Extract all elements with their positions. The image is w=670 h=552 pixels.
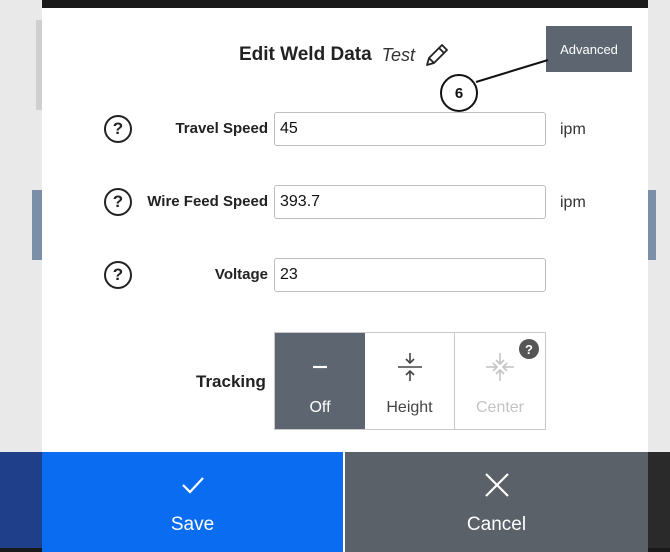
question-circle-icon[interactable]: ?: [104, 188, 132, 216]
tracking-option-height[interactable]: Height: [365, 333, 455, 429]
wire-feed-speed-unit: ipm: [560, 194, 586, 211]
voltage-label: Voltage: [214, 266, 268, 283]
tracking-option-center[interactable]: ? Center: [455, 333, 545, 429]
weld-name: Test: [381, 44, 416, 65]
travel-speed-row: ? Travel Speed ipm: [42, 112, 648, 148]
backdrop-right-strip: [648, 0, 670, 552]
center-tracking-icon: [486, 353, 514, 381]
minus-icon: [313, 365, 327, 369]
wire-feed-speed-row: ? Wire Feed Speed ipm: [42, 185, 648, 221]
tracking-option-off[interactable]: Off: [275, 333, 365, 429]
save-label: Save: [170, 514, 215, 535]
travel-speed-unit: ipm: [560, 121, 586, 138]
dialog-title: Edit Weld Data: [238, 44, 372, 65]
close-icon: [484, 473, 509, 497]
tracking-option-label: Center: [475, 399, 525, 416]
cancel-label: Cancel: [466, 514, 527, 535]
dialog-actions: Save Cancel: [42, 452, 648, 552]
travel-speed-label: Travel Speed: [175, 120, 268, 137]
wire-feed-speed-label: Wire Feed Speed: [147, 193, 268, 210]
tracking-option-label: Off: [309, 399, 331, 416]
pencil-icon[interactable]: [423, 41, 451, 69]
question-circle-icon[interactable]: ?: [104, 115, 132, 143]
tracking-selector: Off Height ? Center: [274, 332, 546, 430]
voltage-input[interactable]: [274, 258, 546, 292]
question-circle-icon[interactable]: ?: [104, 261, 132, 289]
cancel-button[interactable]: Cancel: [345, 452, 648, 552]
advanced-button[interactable]: Advanced: [546, 26, 632, 72]
travel-speed-input[interactable]: [274, 112, 546, 146]
callout-number: 6: [440, 74, 478, 112]
edit-weld-data-dialog: Edit Weld Data Test Advanced 6 ? Travel …: [42, 8, 648, 552]
backdrop-top-edge: [0, 0, 670, 8]
height-tracking-icon: [397, 353, 422, 381]
tracking-option-label: Height: [386, 399, 433, 416]
backdrop-left-strip: [0, 0, 42, 552]
wire-feed-speed-input[interactable]: [274, 185, 546, 219]
tracking-label: Tracking: [196, 372, 266, 391]
voltage-row: ? Voltage: [42, 258, 648, 294]
check-icon: [181, 477, 204, 494]
help-badge-icon[interactable]: ?: [519, 339, 539, 359]
save-button[interactable]: Save: [42, 452, 343, 552]
